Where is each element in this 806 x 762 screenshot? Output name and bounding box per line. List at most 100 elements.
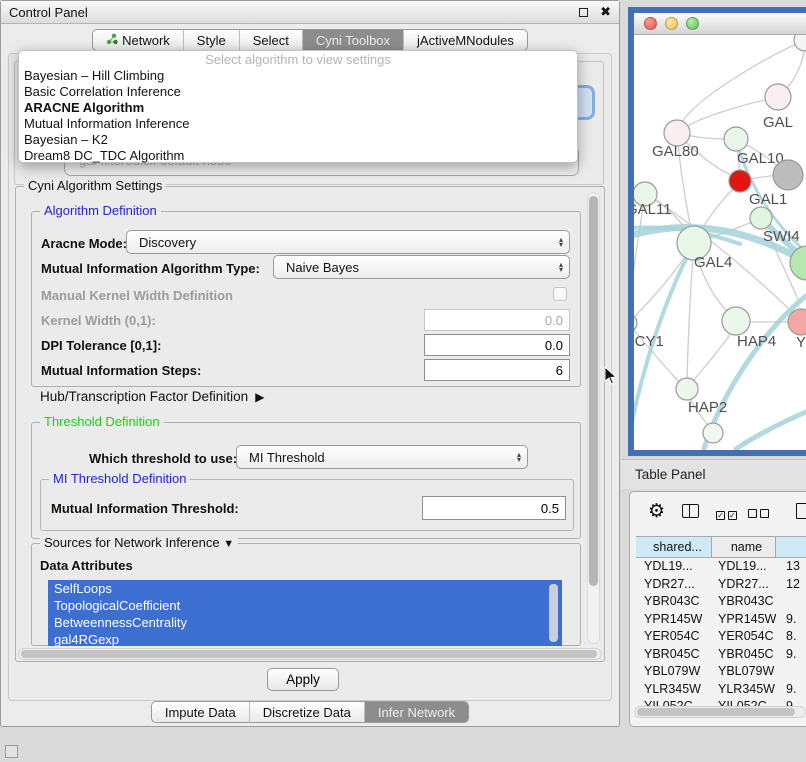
mi-threshold-group: MI Threshold Definition Mutual Informati… [40, 479, 574, 531]
node-label: GCY1 [634, 333, 664, 350]
column-header-2[interactable]: A [776, 537, 806, 557]
network-node-hap4[interactable] [722, 307, 750, 335]
tab-network[interactable]: Network [93, 30, 183, 50]
table-row[interactable]: YBR045CYBR045C9. [636, 646, 806, 664]
algorithm-option[interactable]: Mutual Information Inference [19, 116, 577, 132]
network-edge[interactable] [682, 40, 805, 122]
unchecked-columns-icon[interactable] [748, 505, 772, 523]
close-traffic-light-icon[interactable] [644, 17, 657, 30]
which-threshold-combo[interactable]: MI Threshold ▴▾ [236, 445, 528, 469]
data-attributes-list[interactable]: SelfLoopsTopologicalCoefficientBetweenne… [48, 580, 562, 646]
mi-threshold-label: Mutual Information Threshold: [51, 501, 239, 516]
data-attributes-label: Data Attributes [40, 558, 133, 573]
algorithm-option[interactable]: Bayesian – K2 [19, 132, 577, 148]
tab-impute-data[interactable]: Impute Data [152, 702, 249, 722]
network-edge[interactable] [687, 243, 694, 379]
aracne-mode-combo[interactable]: Discovery ▴▾ [126, 230, 570, 254]
network-edge[interactable] [749, 175, 776, 179]
group-title: Cyni Algorithm Settings [24, 178, 166, 193]
apply-button[interactable]: Apply [267, 668, 339, 691]
network-node-gal1[interactable] [729, 170, 751, 192]
table-row[interactable]: YBL079WYBL079W [636, 663, 806, 681]
dpi-tolerance-field[interactable] [424, 334, 570, 356]
table-panel-title: Table Panel [635, 467, 706, 482]
minimized-panel-icon[interactable] [5, 745, 18, 758]
table-row[interactable]: YDL19...YDL19...13 [636, 558, 806, 576]
network-node-gcy1[interactable] [634, 314, 637, 332]
sources-title[interactable]: Sources for Network Inference ▼ [40, 535, 238, 550]
manual-kernel-label: Manual Kernel Width Definition [41, 288, 233, 303]
dpi-tolerance-label: DPI Tolerance [0,1]: [41, 338, 161, 353]
network-node[interactable] [703, 423, 723, 443]
node-label: HAP2 [688, 399, 727, 416]
tab-jactivemnodules[interactable]: jActiveMNodules [403, 30, 527, 50]
table-row[interactable]: YPR145WYPR145W9. [636, 611, 806, 629]
tab-cyni-toolbox[interactable]: Cyni Toolbox [302, 30, 403, 50]
hub-definition-toggle[interactable]: Hub/Transcription Factor Definition ▶ [40, 389, 264, 404]
table-panel: ⚙ ✓✓ shared...nameA YDL19...YDL19...13YD… [629, 491, 806, 727]
document-icon[interactable] [796, 503, 806, 519]
node-label: Y [796, 334, 806, 351]
checked-columns-icon[interactable]: ✓✓ [716, 505, 740, 523]
network-node[interactable] [794, 35, 806, 51]
list-scrollbar[interactable] [549, 584, 558, 642]
table-row[interactable]: YER054CYER054C8. [636, 628, 806, 646]
network-view-window: GALGAL80GAL10GAL1GAL11SWI4GAL4GCY1HAP4YH… [628, 7, 806, 456]
table-body: YDL19...YDL19...13YDR27...YDR27...12YBR0… [636, 558, 806, 716]
tab-select[interactable]: Select [239, 30, 302, 50]
tab-style[interactable]: Style [183, 30, 239, 50]
tab-infer-network[interactable]: Infer Network [364, 702, 468, 722]
column-header-0[interactable]: shared... [636, 537, 712, 557]
network-canvas[interactable]: GALGAL80GAL10GAL1GAL11SWI4GAL4GCY1HAP4YH… [634, 35, 806, 450]
float-window-icon[interactable] [579, 8, 588, 17]
attribute-item[interactable]: gal4RGexp [48, 631, 562, 646]
network-node-gal[interactable] [765, 84, 791, 110]
node-label: HAP4 [737, 333, 776, 350]
attribute-item[interactable]: BetweennessCentrality [48, 614, 562, 631]
attribute-item[interactable]: SelfLoops [48, 580, 562, 597]
bottom-tab-bar: Impute DataDiscretize DataInfer Network [1, 701, 619, 723]
settings-vertical-scrollbar[interactable] [587, 192, 600, 644]
mouse-cursor [603, 366, 617, 386]
algorithm-definition-group: Algorithm Definition Aracne Mode: Discov… [31, 211, 581, 387]
manual-kernel-checkbox[interactable] [553, 287, 567, 301]
algorithm-option[interactable]: ARACNE Algorithm [19, 100, 577, 116]
threshold-definition-group: Threshold Definition Which threshold to … [31, 422, 581, 539]
mi-algorithm-type-combo[interactable]: Naive Bayes ▴▾ [273, 255, 570, 279]
cyni-algorithm-settings-group: Cyni Algorithm Settings Algorithm Defini… [15, 186, 605, 662]
kernel-width-field[interactable] [424, 309, 570, 331]
algorithm-option[interactable]: Bayesian – Hill Climbing [19, 68, 577, 84]
settings-horizontal-scrollbar[interactable] [18, 648, 602, 660]
top-tab-bar: NetworkStyleSelectCyni ToolboxjActiveMNo… [1, 29, 619, 51]
network-node[interactable] [773, 160, 803, 190]
algorithm-option[interactable]: Dream8 DC_TDC Algorithm [19, 148, 577, 164]
attribute-item[interactable]: TopologicalCoefficient [48, 597, 562, 614]
tab-discretize-data[interactable]: Discretize Data [249, 702, 364, 722]
close-icon[interactable]: ✖ [600, 4, 611, 20]
table-row[interactable]: YDR27...YDR27...12 [636, 576, 806, 594]
network-node-gal10[interactable] [724, 127, 748, 151]
node-label: GAL1 [749, 191, 787, 208]
node-label: GAL [763, 114, 793, 131]
minimize-traffic-light-icon[interactable] [665, 17, 678, 30]
table-horizontal-scrollbar[interactable] [634, 706, 806, 718]
split-columns-icon[interactable] [682, 504, 699, 518]
network-node-hap2[interactable] [676, 378, 698, 400]
network-node-swi4[interactable] [750, 207, 772, 229]
network-edge-thick[interactable] [736, 412, 806, 449]
mi-threshold-field[interactable] [422, 496, 566, 520]
table-row[interactable]: YBR043CYBR043C [636, 593, 806, 611]
stepper-icon: ▴▾ [517, 452, 521, 462]
gear-icon[interactable]: ⚙ [648, 502, 665, 521]
zoom-traffic-light-icon[interactable] [686, 17, 699, 30]
algorithm-option[interactable]: Basic Correlation Inference [19, 84, 577, 100]
mi-steps-field[interactable] [424, 359, 570, 381]
table-header-row[interactable]: shared...nameA [636, 536, 806, 558]
network-edge[interactable] [693, 333, 731, 381]
panel-title: Control Panel [9, 5, 579, 20]
node-label: SWI4 [763, 228, 800, 245]
dropdown-placeholder: Select algorithm to view settings [19, 53, 577, 68]
table-row[interactable]: YLR345WYLR345W9. [636, 681, 806, 699]
node-label: GAL80 [652, 143, 699, 160]
column-header-1[interactable]: name [712, 537, 776, 557]
